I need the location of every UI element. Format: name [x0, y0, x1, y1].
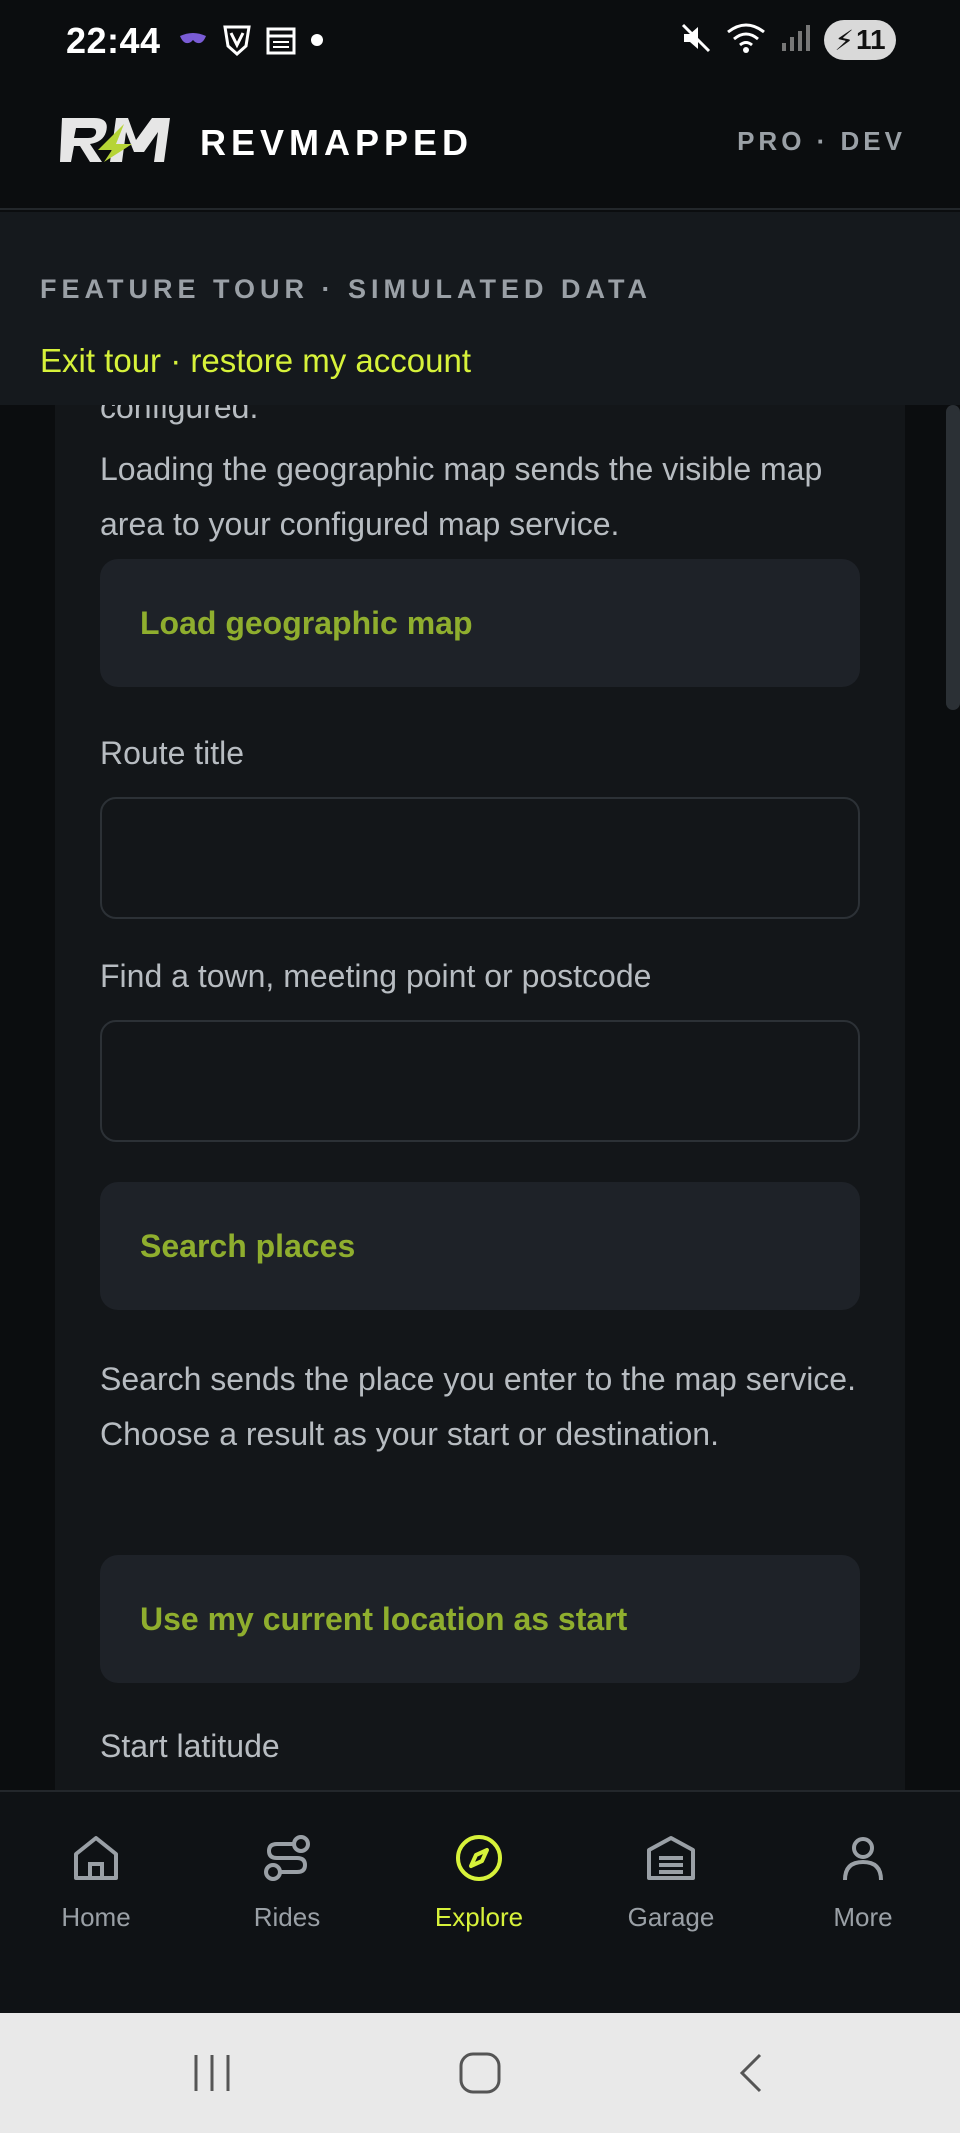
nav-rides[interactable]: Rides: [202, 1832, 372, 1933]
recent-apps-icon[interactable]: [190, 2051, 234, 2100]
status-icons-right: ⚡ 11: [680, 20, 896, 60]
dot-icon: [310, 33, 324, 52]
nav-garage[interactable]: Garage: [586, 1832, 756, 1933]
nav-home[interactable]: Home: [11, 1832, 181, 1933]
mute-icon: [680, 22, 712, 59]
main-content[interactable]: configured. Loading the geographic map s…: [0, 405, 960, 1790]
status-time: 22:44: [66, 20, 161, 61]
garage-icon: [647, 1836, 695, 1880]
nav-more[interactable]: More: [778, 1832, 948, 1933]
route-icon: [264, 1835, 310, 1881]
search-help-text: Search sends the place you enter to the …: [100, 1361, 856, 1452]
status-bar: 22:44 ⚡ 11: [0, 0, 960, 80]
back-icon[interactable]: [730, 2051, 774, 2100]
nav-home-label: Home: [61, 1902, 131, 1932]
route-title-input[interactable]: [100, 797, 860, 919]
revmapped-logo-icon[interactable]: [58, 114, 174, 171]
compass-icon: [456, 1835, 502, 1881]
shield-icon: [222, 24, 252, 61]
nav-explore[interactable]: Explore: [394, 1832, 564, 1933]
home-icon: [74, 1836, 118, 1880]
bottom-nav: Home Rides Explore Garage More: [0, 1790, 960, 2013]
plan-tier: PRO · DEV: [737, 126, 906, 156]
brand-name: REVMAPPED: [200, 122, 474, 163]
partial-text: configured.: [100, 405, 259, 425]
battery-level: 11: [856, 24, 886, 55]
home-button-icon[interactable]: [458, 2051, 502, 2100]
system-nav-bar: [0, 2013, 960, 2133]
tour-title: FEATURE TOUR · SIMULATED DATA: [40, 274, 652, 304]
route-title-label: Route title: [100, 735, 245, 771]
signal-icon: [780, 23, 810, 58]
person-icon: [843, 1837, 883, 1881]
start-latitude-label: Start latitude: [100, 1728, 280, 1764]
feature-tour-banner: FEATURE TOUR · SIMULATED DATA Exit tour …: [0, 212, 960, 405]
charging-icon: ⚡: [834, 24, 855, 56]
search-places-button[interactable]: Search places: [100, 1182, 860, 1310]
scrollbar-thumb[interactable]: [946, 405, 960, 710]
map-notice: Loading the geographic map sends the vis…: [100, 451, 823, 542]
nav-garage-label: Garage: [627, 1902, 715, 1932]
wifi-icon: [726, 22, 766, 59]
battery-icon: ⚡ 11: [824, 20, 896, 60]
mask-icon: [178, 32, 208, 53]
status-icons-left: [178, 24, 324, 61]
exit-tour-link[interactable]: Exit tour · restore my account: [40, 342, 471, 380]
app-header: REVMAPPED PRO · DEV: [0, 80, 960, 210]
find-place-label: Find a town, meeting point or postcode: [100, 958, 652, 994]
load-map-button[interactable]: Load geographic map: [100, 559, 860, 687]
calendar-icon: [266, 25, 296, 60]
nav-rides-label: Rides: [253, 1902, 321, 1932]
use-current-location-button[interactable]: Use my current location as start: [100, 1555, 860, 1683]
nav-explore-label: Explore: [434, 1902, 524, 1932]
find-place-input[interactable]: [100, 1020, 860, 1142]
nav-more-label: More: [833, 1902, 893, 1932]
